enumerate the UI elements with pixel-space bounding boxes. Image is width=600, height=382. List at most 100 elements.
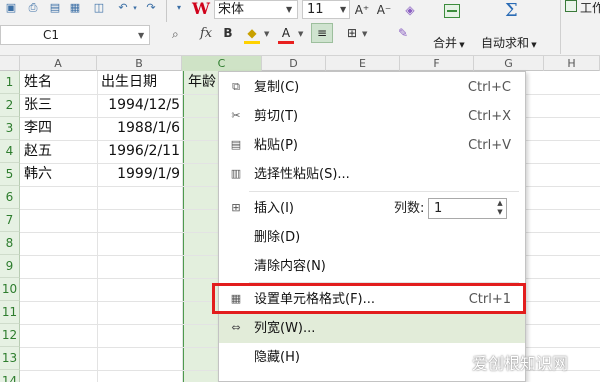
column-count-label: 列数: xyxy=(394,201,425,216)
cell-name[interactable]: 赵五 xyxy=(20,140,97,163)
fill-color-swatch xyxy=(244,41,260,44)
row-header[interactable]: 1 xyxy=(0,71,20,94)
cell-name[interactable]: 张三 xyxy=(20,94,97,117)
menu-item-shortcut: Ctrl+V xyxy=(468,138,511,153)
select-all-corner[interactable] xyxy=(0,56,20,71)
search-icon[interactable]: ⌕ xyxy=(172,27,179,42)
print-preview-icon[interactable]: ▤ xyxy=(48,1,62,15)
workbook-button[interactable]: 工作 xyxy=(580,0,600,16)
row-header[interactable]: 11 xyxy=(0,301,20,324)
menu-item-clear-contents[interactable]: 清除内容(N) xyxy=(219,252,525,281)
column-header-c[interactable]: C xyxy=(182,56,262,71)
cell-b1[interactable]: 出生日期 xyxy=(97,71,182,94)
quick-access-dropdown-icon[interactable]: ▾ xyxy=(172,1,186,15)
merge-cells-button[interactable]: 合并 ▼ xyxy=(433,34,465,51)
menu-item-delete[interactable]: 删除(D) xyxy=(219,223,525,252)
align-center-icon[interactable]: ≡ xyxy=(311,23,333,43)
spinner-icon[interactable]: ▲ ▼ xyxy=(495,199,505,218)
row-header[interactable]: 8 xyxy=(0,232,20,255)
redo-icon[interactable]: ↷ xyxy=(144,1,158,15)
column-header-g[interactable]: G xyxy=(474,56,544,71)
column-header-f[interactable]: F xyxy=(400,56,474,71)
autosum-button[interactable]: 自动求和 ▼ xyxy=(481,34,537,51)
save-icon[interactable]: ▣ xyxy=(4,1,18,15)
cell-name[interactable]: 李四 xyxy=(20,117,97,140)
font-color-button[interactable]: A xyxy=(278,25,294,41)
chevron-down-icon[interactable]: ▼ xyxy=(264,30,269,38)
clear-format-icon[interactable]: ◈ xyxy=(402,2,418,18)
cell-birth-date[interactable]: 1996/2/11 xyxy=(97,140,182,163)
column-width-icon: ⇔ xyxy=(231,321,241,334)
paste-icon: ▤ xyxy=(230,138,242,151)
cell-birth-date[interactable]: 1994/12/5 xyxy=(97,94,182,117)
menu-item-insert[interactable]: ⊞ 插入(I) 列数: 1 ▲ ▼ xyxy=(219,194,525,223)
menu-item-paste[interactable]: ▤ 粘贴(P) Ctrl+V xyxy=(219,131,525,160)
column-header-d[interactable]: D xyxy=(262,56,326,71)
border-icon[interactable]: ⊞ xyxy=(344,25,360,41)
scissors-icon: ✂ xyxy=(231,109,241,122)
name-box[interactable]: C1 xyxy=(0,25,150,45)
menu-item-shortcut: Ctrl+C xyxy=(467,80,511,95)
merge-cells-icon[interactable] xyxy=(444,4,460,18)
menu-item-label: 列宽(W)... xyxy=(254,321,316,336)
chevron-down-icon[interactable]: ▼ xyxy=(138,31,144,40)
menu-item-column-width[interactable]: ⇔ 列宽(W)... xyxy=(219,314,525,343)
menu-item-label: 选择性粘贴(S)... xyxy=(254,167,350,182)
menu-item-label: 删除(D) xyxy=(254,230,301,245)
menu-item-label: 插入(I) xyxy=(254,201,294,216)
watermark: 爱创根知识网 xyxy=(472,354,569,373)
column-header-e[interactable]: E xyxy=(326,56,400,71)
menu-item-cut[interactable]: ✂ 剪切(T) Ctrl+X xyxy=(219,102,525,131)
menu-item-shortcut: Ctrl+X xyxy=(468,109,511,124)
menu-item-label: 剪切(T) xyxy=(254,109,299,124)
chevron-down-icon[interactable]: ▼ xyxy=(298,30,303,38)
menu-item-label: 清除内容(N) xyxy=(254,259,326,274)
row-header[interactable]: 7 xyxy=(0,209,20,232)
row-header[interactable]: 2 xyxy=(0,94,20,117)
column-header-h[interactable]: H xyxy=(544,56,600,71)
toolbar-separator xyxy=(560,0,561,54)
chevron-down-icon[interactable]: ▼ xyxy=(286,5,292,14)
row-header[interactable]: 12 xyxy=(0,324,20,347)
row-header[interactable]: 14 xyxy=(0,370,20,382)
undo-dropdown-icon[interactable]: ▾ xyxy=(128,1,142,15)
bold-button[interactable]: B xyxy=(220,25,236,41)
export-pdf-icon[interactable]: ▦ xyxy=(68,1,82,15)
row-header[interactable]: 5 xyxy=(0,163,20,186)
cell-birth-date[interactable]: 1988/1/6 xyxy=(97,117,182,140)
fill-color-icon[interactable]: ◆ xyxy=(244,25,260,41)
context-menu: ⧉ 复制(C) Ctrl+C ✂ 剪切(T) Ctrl+X ▤ 粘贴(P) Ct… xyxy=(218,71,526,382)
menu-item-label: 隐藏(H) xyxy=(254,350,300,365)
row-header[interactable]: 3 xyxy=(0,117,20,140)
menu-item-copy[interactable]: ⧉ 复制(C) Ctrl+C xyxy=(219,73,525,102)
font-color-swatch xyxy=(278,41,294,44)
row-header[interactable]: 13 xyxy=(0,347,20,370)
menu-item-label: 粘贴(P) xyxy=(254,138,298,153)
chevron-down-icon[interactable]: ▼ xyxy=(340,5,346,14)
cell-birth-date[interactable]: 1999/1/9 xyxy=(97,163,182,186)
grow-font-button[interactable]: A⁺ xyxy=(354,2,370,18)
menu-item-label: 复制(C) xyxy=(254,80,300,95)
row-header[interactable]: 6 xyxy=(0,186,20,209)
column-header-b[interactable]: B xyxy=(97,56,182,71)
shrink-font-button[interactable]: A⁻ xyxy=(376,2,392,18)
menu-separator xyxy=(249,191,519,192)
cell-name[interactable]: 韩六 xyxy=(20,163,97,186)
chevron-down-icon[interactable]: ▼ xyxy=(362,30,367,38)
row-header[interactable]: 4 xyxy=(0,140,20,163)
insert-function-button[interactable]: fx xyxy=(200,26,212,41)
column-header-a[interactable]: A xyxy=(20,56,97,71)
row-header[interactable]: 10 xyxy=(0,278,20,301)
row-header[interactable]: 9 xyxy=(0,255,20,278)
insert-column-icon: ⊞ xyxy=(231,201,241,214)
paintbrush-icon[interactable]: ✎ xyxy=(394,25,412,41)
cell-a1[interactable]: 姓名 xyxy=(20,71,97,94)
format-painter-quick-icon[interactable]: ◫ xyxy=(92,1,106,15)
menu-item-paste-special[interactable]: ▥ 选择性粘贴(S)... xyxy=(219,160,525,189)
wps-logo-icon: W xyxy=(192,0,210,18)
paste-special-icon: ▥ xyxy=(230,167,242,180)
workbook-icon[interactable] xyxy=(565,0,577,12)
print-icon[interactable]: ⎙ xyxy=(26,1,40,15)
copy-icon: ⧉ xyxy=(232,80,240,93)
autosum-icon[interactable]: Σ xyxy=(505,0,518,21)
